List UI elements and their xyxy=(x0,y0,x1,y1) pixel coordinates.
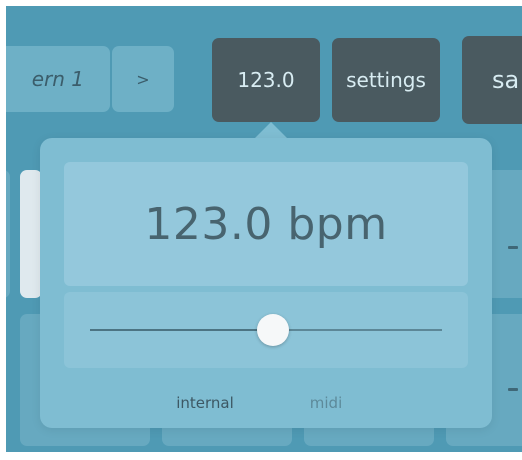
tempo-slider-thumb[interactable] xyxy=(257,314,290,346)
popover-arrow xyxy=(254,122,288,139)
save-button[interactable]: sa xyxy=(462,36,522,124)
tempo-button[interactable]: 123.0 xyxy=(212,38,320,122)
next-pattern-button[interactable]: > xyxy=(112,46,174,112)
next-label: > xyxy=(136,69,150,89)
bpm-display-panel[interactable]: 123.0 bpm xyxy=(64,162,468,286)
app-screen: ern 1 > 123.0 settings sa 123.0 bpm inte… xyxy=(6,6,522,452)
step-cell[interactable] xyxy=(20,170,42,298)
tempo-slider-panel xyxy=(64,292,468,368)
bpm-display: 123.0 bpm xyxy=(144,198,388,250)
save-label: sa xyxy=(492,66,520,94)
settings-button[interactable]: settings xyxy=(332,38,440,122)
settings-label: settings xyxy=(346,68,426,92)
pattern-label: ern 1 xyxy=(31,67,84,91)
step-cell[interactable] xyxy=(6,170,10,298)
step-dash xyxy=(508,388,518,391)
tempo-slider-fill xyxy=(90,329,274,331)
step-dash xyxy=(508,246,518,249)
mode-internal-option[interactable]: internal xyxy=(176,394,234,412)
pattern-selector[interactable]: ern 1 xyxy=(6,46,110,112)
tempo-popover: 123.0 bpm internal midi xyxy=(40,138,492,428)
mode-midi-option[interactable]: midi xyxy=(310,394,342,412)
tempo-label: 123.0 xyxy=(237,68,295,92)
